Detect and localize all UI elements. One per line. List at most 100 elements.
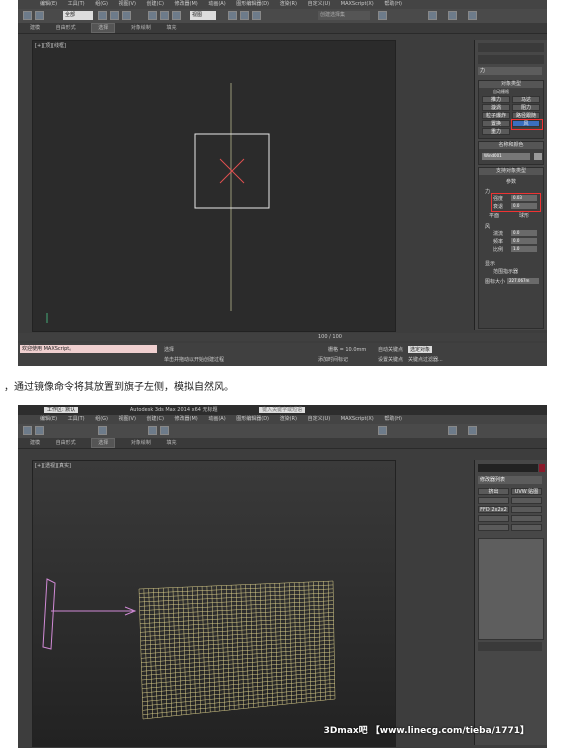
key-filters-button[interactable]: 关键点过滤器... [408,356,443,363]
render-icon[interactable] [468,426,477,435]
object-name-field[interactable]: Wind001 [482,153,530,160]
menu-create[interactable]: 创建(C) [147,1,164,7]
redo-icon[interactable] [35,11,44,20]
rollout-header[interactable]: 名称和颜色 [479,142,543,149]
icon-size-spinner[interactable]: 227.067m [507,278,539,284]
menu-edit[interactable]: 编辑(E) [40,1,57,7]
modifier-list-dropdown[interactable]: 修改器列表 [478,476,542,484]
time-slider[interactable]: 100 / 100 [18,333,547,341]
rollout-header[interactable]: 支持对象类型 [479,168,543,175]
scale-icon[interactable] [172,11,181,20]
mirror-icon[interactable] [378,426,387,435]
menu-rendering[interactable]: 渲染(R) [280,416,297,422]
stack-tools[interactable] [478,642,542,651]
add-time-tag[interactable]: 添加时间标记 [318,356,348,363]
maxscript-listener[interactable]: 欢迎使用 MAXScript。 [20,345,157,353]
modifier-button[interactable] [511,524,542,531]
motor-button[interactable]: 马达 [512,96,540,103]
search-input[interactable]: 键入关键字或短语 [259,407,306,413]
autogrid-checkbox[interactable]: 自动栅格 [493,89,509,95]
extrude-button[interactable]: 挤出 [478,488,509,495]
ribbon-tab-modeling[interactable]: 建模 [30,440,40,446]
top-viewport[interactable]: [+][顶][线框] [32,40,396,332]
ribbon-tab-populate[interactable]: 填充 [166,25,176,31]
percent-snap-icon[interactable] [252,11,261,20]
menu-modifiers[interactable]: 修改器(M) [175,1,198,7]
mirror-icon[interactable] [378,11,387,20]
menu-tools[interactable]: 工具(T) [68,1,85,7]
menu-animation[interactable]: 动画(A) [208,416,225,422]
move-icon[interactable] [148,11,157,20]
range-indicator-checkbox[interactable]: 范围指示器 [493,268,518,275]
drag-button[interactable]: 阻力 [512,104,540,111]
category-dropdown[interactable]: 力 [478,67,542,75]
workspace-dropdown[interactable]: 工作区: 默认 [44,407,79,413]
move-icon[interactable] [148,426,157,435]
create-category-icons[interactable] [478,55,544,64]
modifier-button[interactable] [511,506,542,513]
menu-modifiers[interactable]: 修改器(M) [175,416,198,422]
object-color-swatch[interactable] [539,464,545,472]
select-object-icon[interactable] [98,11,107,20]
menu-help[interactable]: 帮助(H) [384,416,402,422]
key-mode-dropdown[interactable]: 选定对象 [408,346,433,353]
menu-edit[interactable]: 编辑(E) [40,416,57,422]
select-by-name-icon[interactable] [110,11,119,20]
menu-customize[interactable]: 自定义(U) [308,416,331,422]
set-key-button[interactable]: 设置关键点 [378,356,403,363]
params-header[interactable]: 参数 [479,178,543,185]
ribbon-tab-object-paint[interactable]: 对象绘制 [131,25,151,31]
menu-views[interactable]: 视图(V) [119,1,136,7]
object-color-swatch[interactable] [534,153,542,160]
ribbon-tab-object-paint[interactable]: 对象绘制 [131,440,151,446]
ref-coord-dropdown[interactable]: 视图 [190,11,216,20]
frequency-spinner[interactable]: 0.0 [511,238,537,244]
planar-radio[interactable]: 平面 [489,212,499,219]
panel-tabs[interactable] [478,43,544,52]
rect-select-icon[interactable] [122,11,131,20]
menu-maxscript[interactable]: MAXScript(X) [341,416,374,422]
select-object-icon[interactable] [98,426,107,435]
modifier-button[interactable] [478,515,509,522]
named-selection-input[interactable]: 创建选择集 [318,11,370,20]
menu-group[interactable]: 组(G) [95,1,108,7]
rotate-icon[interactable] [160,11,169,20]
angle-snap-icon[interactable] [240,11,249,20]
undo-icon[interactable] [23,426,32,435]
menu-group[interactable]: 组(G) [95,416,108,422]
ffd-button[interactable]: FFD 2x2x2 [478,506,509,513]
selection-filter-dropdown[interactable]: 全部 [63,11,93,20]
push-button[interactable]: 推力 [482,96,510,103]
render-setup-icon[interactable] [448,11,457,20]
ribbon-tab-freeform[interactable]: 自由形式 [56,440,76,446]
menu-help[interactable]: 帮助(H) [384,1,402,7]
snap-icon[interactable] [228,11,237,20]
modifier-button[interactable] [511,497,542,504]
menu-create[interactable]: 创建(C) [147,416,164,422]
rotate-icon[interactable] [160,426,169,435]
ribbon-tab-selection[interactable]: 选择 [91,23,116,33]
scale-spinner[interactable]: 1.0 [511,246,537,252]
menu-rendering[interactable]: 渲染(R) [280,1,297,7]
ribbon-tab-freeform[interactable]: 自由形式 [56,25,76,31]
menu-views[interactable]: 视图(V) [119,416,136,422]
displace-button[interactable]: 置换 [482,120,510,127]
object-name-field[interactable] [478,464,538,472]
rollout-header[interactable]: 对象类型 [479,81,543,88]
undo-icon[interactable] [23,11,32,20]
menu-graph-editors[interactable]: 图形编辑器(D) [236,416,269,422]
menu-maxscript[interactable]: MAXScript(X) [341,1,374,7]
turbulence-spinner[interactable]: 0.0 [511,230,537,236]
ribbon-tab-populate[interactable]: 填充 [166,440,176,446]
modifier-button[interactable] [478,524,509,531]
menu-graph-editors[interactable]: 图形编辑器(D) [236,1,269,7]
spherical-radio[interactable]: 球形 [519,212,529,219]
menu-animation[interactable]: 动画(A) [208,1,225,7]
render-setup-icon[interactable] [448,426,457,435]
modifier-button[interactable] [478,497,509,504]
modifier-button[interactable] [511,515,542,522]
path-follow-button[interactable]: 路径跟随 [512,112,540,119]
ribbon-tab-selection[interactable]: 选择 [91,438,116,448]
pbomb-button[interactable]: 粒子爆炸 [482,112,510,119]
perspective-viewport[interactable]: [+][透视][真实] [32,460,396,747]
